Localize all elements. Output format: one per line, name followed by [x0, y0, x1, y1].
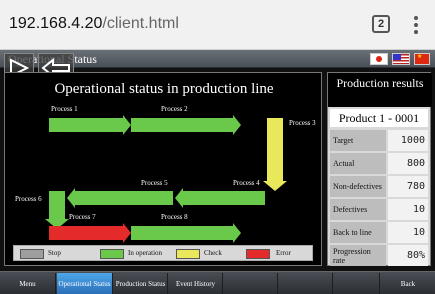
process-7-label: Process 7: [69, 213, 96, 221]
address-bar[interactable]: 192.168.4.20/client.html: [9, 15, 179, 33]
process-3-label: Process 3: [289, 119, 316, 127]
status-legend: Stop In operation Check Error: [13, 245, 313, 261]
check-swatch: [176, 249, 200, 259]
bottom-nav: Menu Operational Status Production Statu…: [0, 271, 435, 294]
process-7-arrow: [49, 223, 131, 243]
results-row-defectives: Defectives 10: [330, 199, 428, 220]
process-1-arrow: [49, 115, 131, 135]
production-results-panel: Production results Product 1 - 0001 Targ…: [327, 72, 432, 266]
row-value: 800: [388, 153, 428, 174]
row-value: 80%: [388, 245, 428, 266]
process-flow-diagram: [45, 115, 287, 243]
process-6-arrow: [45, 191, 69, 229]
more-options-icon[interactable]: [410, 14, 422, 36]
row-label: Target: [330, 130, 386, 151]
results-row-non-defectives: Non-defectives 780: [330, 176, 428, 197]
results-row-target: Target 1000: [330, 130, 428, 151]
check-legend-label: Check: [204, 249, 222, 257]
empty-nav-slot: [334, 273, 380, 294]
row-value: 10: [388, 199, 428, 220]
production-results-header: Production results: [328, 73, 432, 107]
error-swatch: [246, 249, 270, 259]
process-5-label: Process 5: [141, 179, 168, 187]
process-6-label: Process 6: [15, 195, 42, 203]
process-8-label: Process 8: [161, 213, 188, 221]
hmi-app: Operational Status ★ Operational status …: [0, 50, 435, 294]
event-history-button[interactable]: Event History: [169, 273, 223, 294]
row-label: Non-defectives: [330, 176, 386, 197]
row-label: Progression rate: [330, 245, 386, 266]
row-value: 780: [388, 176, 428, 197]
process-1-label: Process 1: [51, 105, 78, 113]
operational-status-button[interactable]: Operational Status: [57, 273, 113, 294]
url-path: /client.html: [102, 15, 179, 32]
row-value: 10: [388, 222, 428, 243]
production-status-button[interactable]: Production Status: [114, 273, 168, 294]
in-operation-legend-label: In operation: [128, 249, 163, 257]
usa-flag-icon[interactable]: [392, 53, 410, 65]
in-operation-swatch: [100, 249, 124, 259]
process-4-label: Process 4: [233, 179, 260, 187]
row-label: Defectives: [330, 199, 386, 220]
stop-swatch: [20, 249, 44, 259]
product-id: Product 1 - 0001: [330, 109, 428, 127]
process-4-arrow: [175, 188, 265, 208]
japan-flag-icon[interactable]: [370, 53, 388, 65]
process-2-label: Process 2: [161, 105, 188, 113]
empty-nav-slot: [279, 273, 333, 294]
row-value: 1000: [388, 130, 428, 151]
process-2-arrow: [131, 115, 241, 135]
results-row-actual: Actual 800: [330, 153, 428, 174]
back-button[interactable]: Back: [381, 273, 435, 294]
stop-legend-label: Stop: [48, 249, 61, 257]
results-row-progression-rate: Progression rate 80%: [330, 245, 428, 266]
menu-button[interactable]: Menu: [0, 273, 56, 294]
url-host: 192.168.4.20: [9, 15, 103, 32]
row-label: Back to line: [330, 222, 386, 243]
china-flag-icon[interactable]: ★: [414, 53, 430, 65]
process-5-arrow: [67, 188, 173, 208]
results-row-back-to-line: Back to line 10: [330, 222, 428, 243]
production-line-panel: Operational status in production line Pr…: [4, 72, 322, 266]
error-legend-label: Error: [276, 249, 291, 257]
empty-nav-slot: [224, 273, 278, 294]
process-3-arrow: [263, 118, 287, 191]
browser-toolbar: 192.168.4.20/client.html 2: [0, 0, 435, 50]
process-8-arrow: [131, 223, 241, 243]
row-label: Actual: [330, 153, 386, 174]
tab-switcher-button[interactable]: 2: [372, 15, 390, 33]
